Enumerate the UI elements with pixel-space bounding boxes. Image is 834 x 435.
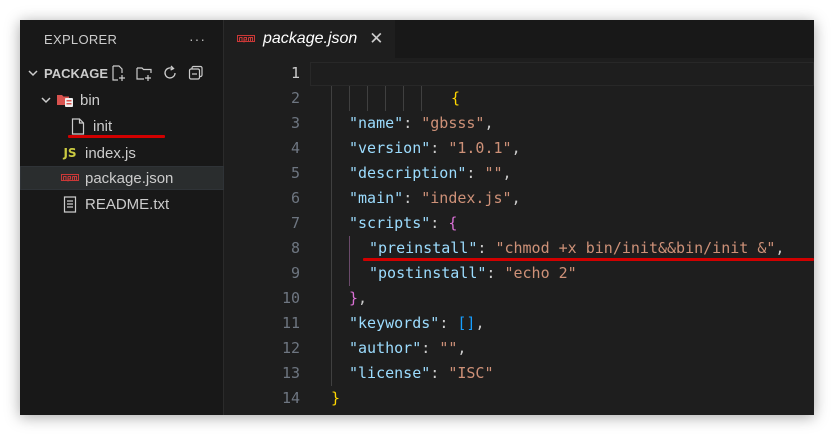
tree-item-label: index.js [85, 144, 136, 162]
code-line: 2 { [225, 86, 814, 111]
tree-item-label: README.txt [85, 195, 170, 213]
code-editor[interactable]: 1 2 { 3 "name": "gbsss", 4 "version": "1… [225, 58, 814, 415]
tree-item-label: bin [80, 91, 101, 109]
code-line: 6 "main": "index.js", [225, 186, 814, 211]
tab-label: package.json [263, 30, 358, 47]
tab-package-json[interactable]: package.json ✕ [225, 20, 395, 58]
new-folder-icon[interactable] [134, 64, 154, 82]
code-text: "postinstall": "echo 2" [369, 264, 577, 282]
line-number: 6 [290, 189, 300, 207]
collapse-all-icon[interactable] [186, 64, 206, 82]
section-actions [108, 64, 206, 82]
chevron-down-icon[interactable] [37, 94, 55, 106]
code-text: "version": "1.0.1", [349, 139, 521, 157]
code-line: 5 "description": "", [225, 161, 814, 186]
line-number: 14 [281, 389, 300, 407]
code-line: 1 [225, 61, 814, 86]
explorer-sidebar: EXPLORER ··· PACKAGE bin init JS index.j… [20, 20, 224, 415]
code-line: 12 "author": "", [225, 336, 814, 361]
refresh-icon[interactable] [160, 64, 180, 82]
annotation-underline [68, 135, 165, 138]
tree-item-label: init [93, 117, 113, 135]
annotation-underline [363, 258, 814, 261]
explorer-title: EXPLORER [44, 31, 118, 47]
line-number: 2 [290, 89, 300, 107]
line-number: 8 [290, 239, 300, 257]
code-text: "scripts": { [349, 214, 458, 232]
code-line: 10 }, [225, 286, 814, 311]
code-line: 9 "postinstall": "echo 2" [225, 261, 814, 286]
tree-item-package-json[interactable]: package.json [20, 166, 224, 190]
explorer-header: EXPLORER ··· [20, 20, 224, 58]
npm-icon [237, 35, 255, 43]
tree-item-index-js[interactable]: JS index.js [20, 141, 224, 165]
line-number: 11 [281, 314, 300, 332]
tree-item-label: package.json [85, 169, 174, 187]
line-number: 5 [290, 164, 300, 182]
chevron-down-icon[interactable] [22, 67, 44, 79]
section-package[interactable]: PACKAGE [20, 62, 224, 84]
file-icon [68, 117, 88, 135]
line-number: 7 [290, 214, 300, 232]
code-line: 11 "keywords": [], [225, 311, 814, 336]
vscode-window: EXPLORER ··· PACKAGE bin init JS index.j… [20, 20, 814, 415]
code-text: }, [349, 289, 368, 307]
text-file-icon [60, 195, 80, 213]
code-text: } [331, 389, 341, 407]
code-text: "name": "gbsss", [349, 114, 494, 132]
line-number: 12 [281, 339, 300, 357]
line-number: 13 [281, 364, 300, 382]
line-number: 4 [290, 139, 300, 157]
line-number: 3 [290, 114, 300, 132]
code-text: "main": "index.js", [349, 189, 521, 207]
code-text: { [451, 89, 461, 107]
tree-item-readme[interactable]: README.txt [20, 192, 224, 216]
code-line: 13 "license": "ISC" [225, 361, 814, 386]
tab-bar: package.json ✕ [225, 20, 814, 58]
code-text: "author": "", [349, 339, 467, 357]
code-line: 7 "scripts": { [225, 211, 814, 236]
line-number: 9 [290, 264, 300, 282]
code-line: 14 } [225, 386, 814, 411]
line-number: 10 [281, 289, 300, 307]
code-line: 4 "version": "1.0.1", [225, 136, 814, 161]
code-line: 3 "name": "gbsss", [225, 111, 814, 136]
new-file-icon[interactable] [108, 64, 128, 82]
line-number: 1 [290, 64, 300, 82]
close-icon[interactable]: ✕ [369, 29, 383, 49]
npm-icon [60, 174, 80, 182]
more-actions-icon[interactable]: ··· [189, 31, 206, 47]
folder-bin-icon [55, 92, 75, 108]
code-text: "description": "", [349, 164, 512, 182]
section-title: PACKAGE [44, 65, 109, 81]
tree-item-bin[interactable]: bin [20, 88, 224, 112]
code-text: "license": "ISC" [349, 364, 494, 382]
code-text: "keywords": [], [349, 314, 485, 332]
javascript-icon: JS [63, 146, 77, 160]
